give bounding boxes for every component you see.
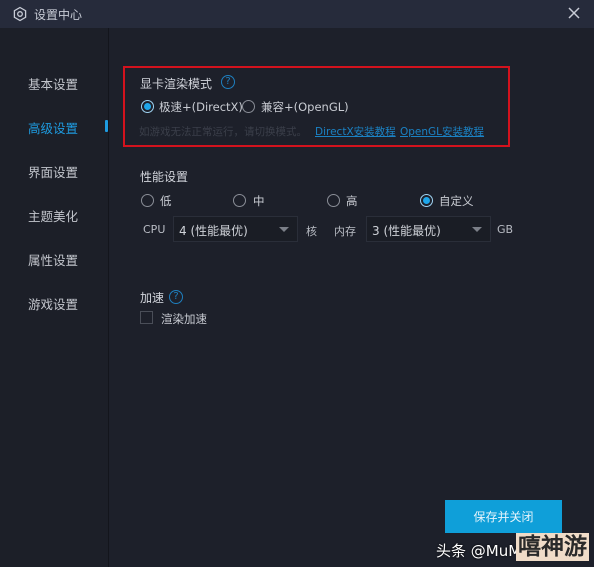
acceleration-title: 加速 — [140, 291, 165, 305]
cpu-unit: 核 — [306, 225, 317, 238]
radio-directx-label[interactable]: 极速+(DirectX) — [159, 99, 243, 115]
radio-perf-custom-label[interactable]: 自定义 — [439, 193, 474, 209]
close-icon[interactable] — [566, 5, 582, 21]
title-bar: 设置中心 — [0, 0, 594, 28]
help-icon[interactable]: ? — [169, 290, 183, 304]
render-acceleration-label[interactable]: 渲染加速 — [161, 311, 207, 327]
radio-perf-medium[interactable] — [233, 194, 246, 207]
help-icon[interactable]: ? — [221, 75, 235, 89]
directx-tutorial-link[interactable]: DirectX安装教程 — [315, 124, 396, 139]
sidebar-item-basic[interactable]: 基本设置 — [28, 74, 78, 93]
radio-perf-high-label[interactable]: 高 — [346, 193, 358, 209]
render-acceleration-checkbox[interactable] — [140, 311, 153, 324]
radio-perf-low-label[interactable]: 低 — [160, 193, 172, 209]
save-and-close-button[interactable]: 保存并关闭 — [445, 500, 562, 533]
memory-label: 内存 — [334, 225, 356, 238]
render-mode-title: 显卡渲染模式 — [140, 77, 213, 91]
radio-opengl-label[interactable]: 兼容+(OpenGL) — [261, 99, 349, 115]
chevron-down-icon — [472, 227, 482, 232]
chevron-down-icon — [279, 227, 289, 232]
render-mode-hint: 如游戏无法正常运行，请切换模式。 — [139, 126, 307, 138]
radio-perf-high[interactable] — [327, 194, 340, 207]
radio-perf-medium-label[interactable]: 中 — [253, 193, 265, 209]
sidebar-item-theme[interactable]: 主题美化 — [28, 206, 78, 225]
performance-title: 性能设置 — [140, 170, 189, 184]
sidebar-item-game[interactable]: 游戏设置 — [28, 294, 78, 313]
radio-opengl[interactable] — [242, 100, 255, 113]
cpu-select-value: 4 (性能最优) — [179, 224, 248, 238]
radio-perf-low[interactable] — [141, 194, 154, 207]
sidebar-item-interface[interactable]: 界面设置 — [28, 162, 78, 181]
watermark-logo: 嘻神游 — [516, 533, 589, 561]
memory-select-value: 3 (性能最优) — [372, 224, 441, 238]
active-indicator — [105, 120, 108, 132]
sidebar-item-properties[interactable]: 属性设置 — [28, 250, 78, 269]
opengl-tutorial-link[interactable]: OpenGL安装教程 — [400, 124, 484, 139]
sidebar-item-advanced[interactable]: 高级设置 — [28, 118, 78, 137]
radio-perf-custom[interactable] — [420, 194, 433, 207]
cpu-select[interactable]: 4 (性能最优) — [173, 216, 298, 242]
radio-directx[interactable] — [141, 100, 154, 113]
window-title: 设置中心 — [34, 8, 83, 22]
settings-window: 设置中心 基本设置 高级设置 界面设置 主题美化 属性设置 游戏设置 显卡渲染模… — [0, 0, 594, 567]
settings-hexagon-icon — [12, 6, 28, 22]
memory-select[interactable]: 3 (性能最优) — [366, 216, 491, 242]
cpu-label: CPU — [143, 223, 166, 236]
memory-unit: GB — [497, 223, 514, 236]
